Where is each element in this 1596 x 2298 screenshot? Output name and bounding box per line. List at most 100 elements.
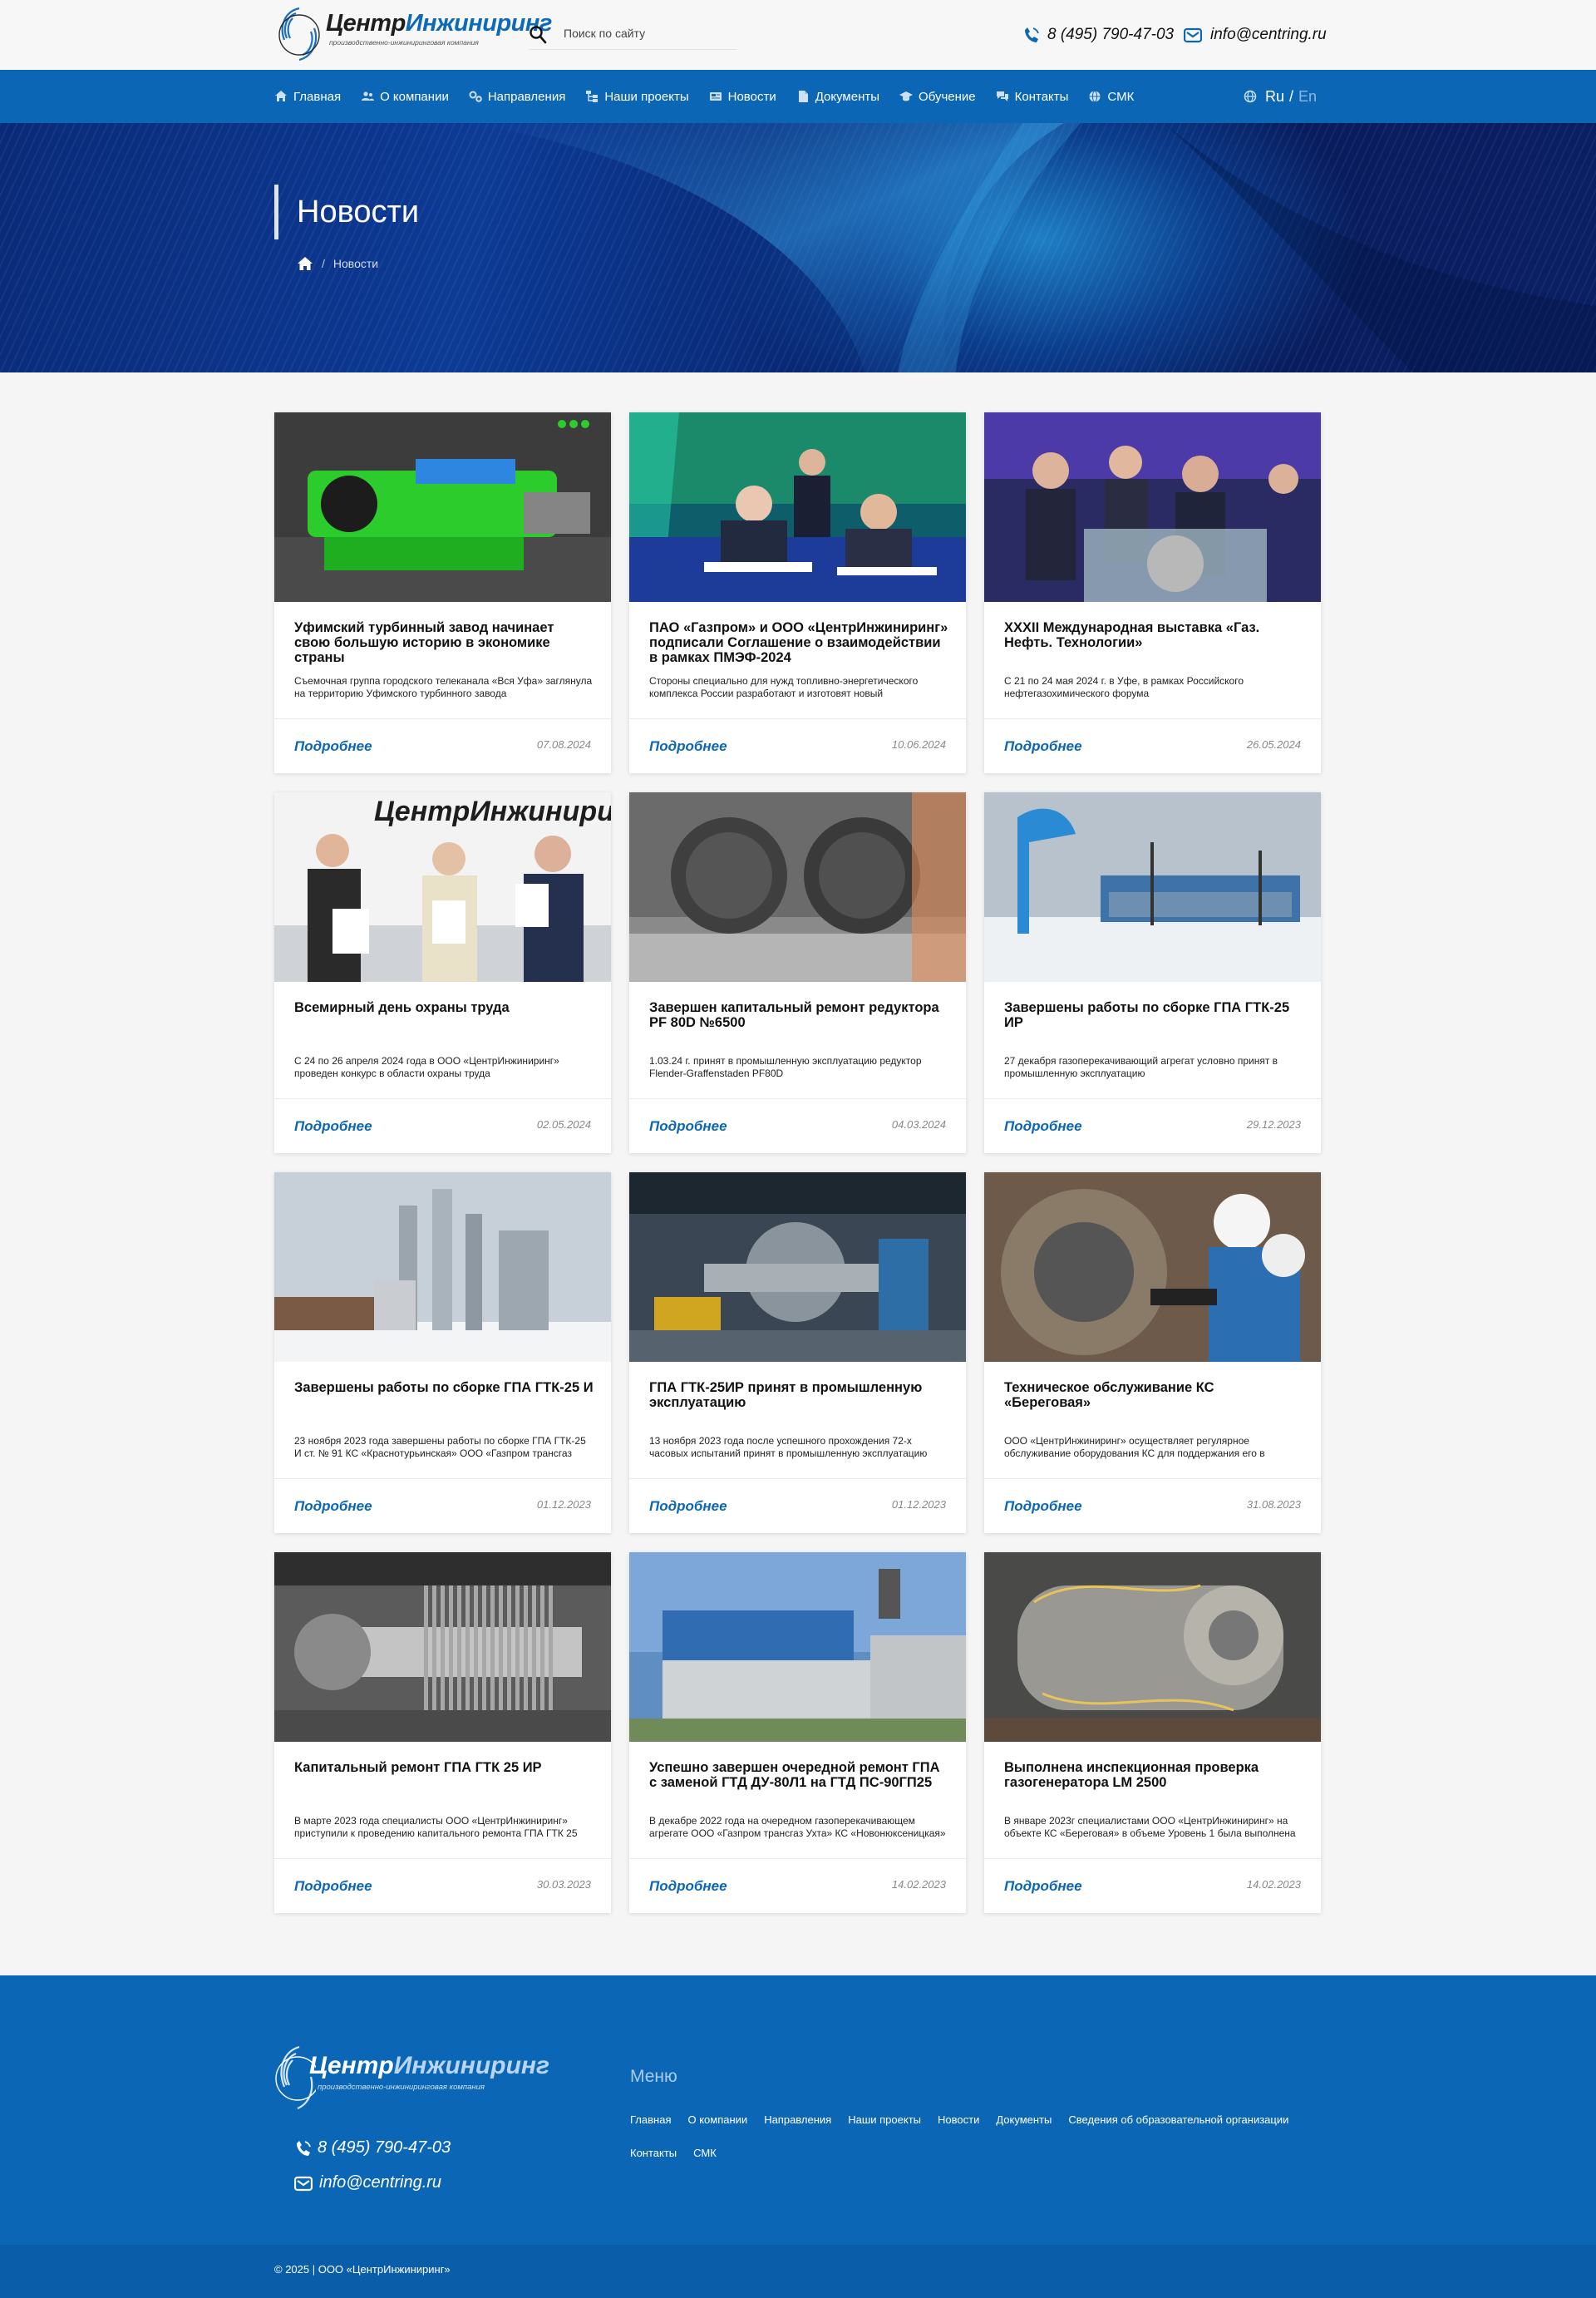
- read-more-link[interactable]: Подробнее: [1004, 1498, 1082, 1515]
- footer-menu-item-5[interactable]: Документы: [996, 2110, 1052, 2143]
- footer-menu-item-7[interactable]: Контакты: [630, 2143, 677, 2177]
- nav-item-6[interactable]: Обучение: [899, 90, 976, 104]
- news-card-title[interactable]: Выполнена инспекционная проверка газоген…: [1004, 1760, 1303, 1790]
- news-card[interactable]: ЦентрИнжиниринг Всемирный день охраны тру…: [274, 792, 611, 1153]
- read-more-link[interactable]: Подробнее: [294, 1118, 372, 1135]
- nav-item-label: Документы: [815, 89, 880, 104]
- read-more-link[interactable]: Подробнее: [294, 1878, 372, 1895]
- news-card-divider: [984, 1858, 1321, 1859]
- footer-menu-item-8[interactable]: СМК: [693, 2143, 717, 2177]
- news-card-date: 29.12.2023: [1246, 1118, 1301, 1131]
- read-more-link[interactable]: Подробнее: [294, 1498, 372, 1515]
- news-card[interactable]: Успешно завершен очередной ремонт ГПА с …: [629, 1552, 966, 1913]
- news-card-title[interactable]: Техническое обслуживание КС «Береговая»: [1004, 1380, 1303, 1410]
- news-photo: [629, 1172, 966, 1362]
- footer-menu-item-6[interactable]: Сведения об образовательной организации: [1068, 2110, 1288, 2143]
- footer-menu-item-3[interactable]: Наши проекты: [848, 2110, 921, 2143]
- nav-item-8[interactable]: СМК: [1088, 90, 1134, 104]
- news-card-excerpt: С 21 по 24 мая 2024 г. в Уфе, в рамках Р…: [1004, 675, 1244, 699]
- breadcrumb-separator: /: [322, 257, 325, 270]
- news-card-image[interactable]: [984, 1552, 1321, 1742]
- footer-menu-item-1[interactable]: О компании: [687, 2110, 747, 2143]
- document-icon: [798, 91, 808, 102]
- news-photo: [274, 1552, 611, 1742]
- news-photo: [984, 412, 1321, 602]
- read-more-link[interactable]: Подробнее: [1004, 738, 1082, 755]
- read-more-link[interactable]: Подробнее: [294, 738, 372, 755]
- news-card[interactable]: Уфимский турбинный завод начинает свою б…: [274, 412, 611, 773]
- news-card-date: 30.03.2023: [536, 1878, 591, 1891]
- home-icon[interactable]: [297, 256, 313, 271]
- header-phone[interactable]: 8 (495) 790-47-03: [1022, 23, 1174, 47]
- news-card[interactable]: Техническое обслуживание КС «Береговая» О…: [984, 1172, 1321, 1533]
- news-card[interactable]: Завершен капитальный ремонт редуктора PF…: [629, 792, 966, 1153]
- news-card-excerpt: В январе 2023г специалистами ООО «ЦентрИ…: [1004, 1815, 1296, 1839]
- read-more-link[interactable]: Подробнее: [649, 1498, 727, 1515]
- news-card[interactable]: ПАО «Газпром» и ООО «ЦентрИнжиниринг» по…: [629, 412, 966, 773]
- read-more-link[interactable]: Подробнее: [649, 1118, 727, 1135]
- news-card-title[interactable]: Уфимский турбинный завод начинает свою б…: [294, 620, 594, 665]
- lang-ru[interactable]: Ru: [1265, 88, 1284, 106]
- news-card[interactable]: ГПА ГТК-25ИР принят в промышленную экспл…: [629, 1172, 966, 1533]
- subfooter: © 2025 | ООО «ЦентрИнжиниринг»: [0, 2245, 1596, 2298]
- nav-item-4[interactable]: Новости: [709, 90, 776, 104]
- news-card-image[interactable]: [274, 1552, 611, 1742]
- news-card-title[interactable]: XXXII Международная выставка «Газ. Нефть…: [1004, 620, 1303, 650]
- site-logo[interactable]: ЦентрИнжиниринг производственно-инжинири…: [274, 2, 552, 65]
- globe-icon: [1244, 90, 1257, 103]
- nav-item-3[interactable]: Наши проекты: [585, 90, 689, 104]
- news-card-image[interactable]: [274, 412, 611, 602]
- globe-icon: [1089, 91, 1101, 102]
- read-more-link[interactable]: Подробнее: [649, 738, 727, 755]
- news-card[interactable]: Выполнена инспекционная проверка газоген…: [984, 1552, 1321, 1913]
- news-card[interactable]: XXXII Международная выставка «Газ. Нефть…: [984, 412, 1321, 773]
- main-navigation: Главная О компании Направления Наши проекты…: [0, 70, 1596, 123]
- news-card-title[interactable]: Завершен капитальный ремонт редуктора PF…: [649, 1000, 948, 1030]
- news-card-image[interactable]: [629, 792, 966, 982]
- footer-menu-item-0[interactable]: Главная: [630, 2110, 671, 2143]
- news-card-image[interactable]: [629, 1552, 966, 1742]
- news-card-image[interactable]: [984, 1172, 1321, 1362]
- nav-item-7[interactable]: Контакты: [996, 90, 1068, 104]
- news-card-title[interactable]: ГПА ГТК-25ИР принят в промышленную экспл…: [649, 1380, 948, 1410]
- news-card-title[interactable]: Всемирный день охраны труда: [294, 1000, 594, 1015]
- nav-item-2[interactable]: Направления: [469, 90, 565, 104]
- news-card-divider: [984, 1478, 1321, 1479]
- news-card-image[interactable]: ЦентрИнжиниринг: [274, 792, 611, 982]
- search-input[interactable]: [564, 22, 734, 45]
- footer-logo[interactable]: ЦентрИнжиниринг производственно-инжинири…: [274, 2039, 549, 2115]
- header-email[interactable]: info@centring.ru: [1184, 23, 1327, 47]
- lang-en[interactable]: En: [1298, 88, 1317, 106]
- news-card-title[interactable]: Капитальный ремонт ГПА ГТК 25 ИР: [294, 1760, 594, 1775]
- search-icon[interactable]: [529, 25, 547, 45]
- footer-menu-item-2[interactable]: Направления: [764, 2110, 831, 2143]
- news-card[interactable]: Завершены работы по сборке ГПА ГТК-25 И 2…: [274, 1172, 611, 1533]
- news-card-title[interactable]: Завершены работы по сборке ГПА ГТК-25 И: [294, 1380, 594, 1395]
- news-card-image[interactable]: [274, 1172, 611, 1362]
- gears-icon: [469, 91, 482, 102]
- nav-item-label: Обучение: [919, 89, 976, 104]
- news-card[interactable]: Капитальный ремонт ГПА ГТК 25 ИР В марте …: [274, 1552, 611, 1913]
- news-card-excerpt: 13 ноября 2023 года после успешного прох…: [649, 1435, 928, 1459]
- news-card-image[interactable]: [984, 412, 1321, 602]
- footer-phone[interactable]: 8 (495) 790-47-03: [294, 2138, 451, 2157]
- news-card-title[interactable]: ПАО «Газпром» и ООО «ЦентрИнжиниринг» по…: [649, 620, 948, 665]
- footer-email[interactable]: info@centring.ru: [294, 2173, 441, 2192]
- chat-icon: [996, 91, 1008, 101]
- news-card-title[interactable]: Завершены работы по сборке ГПА ГТК-25 ИР: [1004, 1000, 1303, 1030]
- sitemap-icon: [586, 91, 598, 102]
- nav-item-1[interactable]: О компании: [361, 90, 449, 104]
- news-card-divider: [984, 718, 1321, 719]
- news-card-image[interactable]: [629, 1172, 966, 1362]
- read-more-link[interactable]: Подробнее: [649, 1878, 727, 1895]
- news-card[interactable]: Завершены работы по сборке ГПА ГТК-25 ИР…: [984, 792, 1321, 1153]
- nav-item-5[interactable]: Документы: [796, 90, 879, 104]
- nav-item-0[interactable]: Главная: [274, 90, 341, 104]
- news-card-image[interactable]: [984, 792, 1321, 982]
- footer-menu-item-4[interactable]: Новости: [938, 2110, 979, 2143]
- read-more-link[interactable]: Подробнее: [1004, 1878, 1082, 1895]
- read-more-link[interactable]: Подробнее: [1004, 1118, 1082, 1135]
- news-photo: [984, 792, 1321, 982]
- news-card-title[interactable]: Успешно завершен очередной ремонт ГПА с …: [649, 1760, 948, 1790]
- news-card-image[interactable]: [629, 412, 966, 602]
